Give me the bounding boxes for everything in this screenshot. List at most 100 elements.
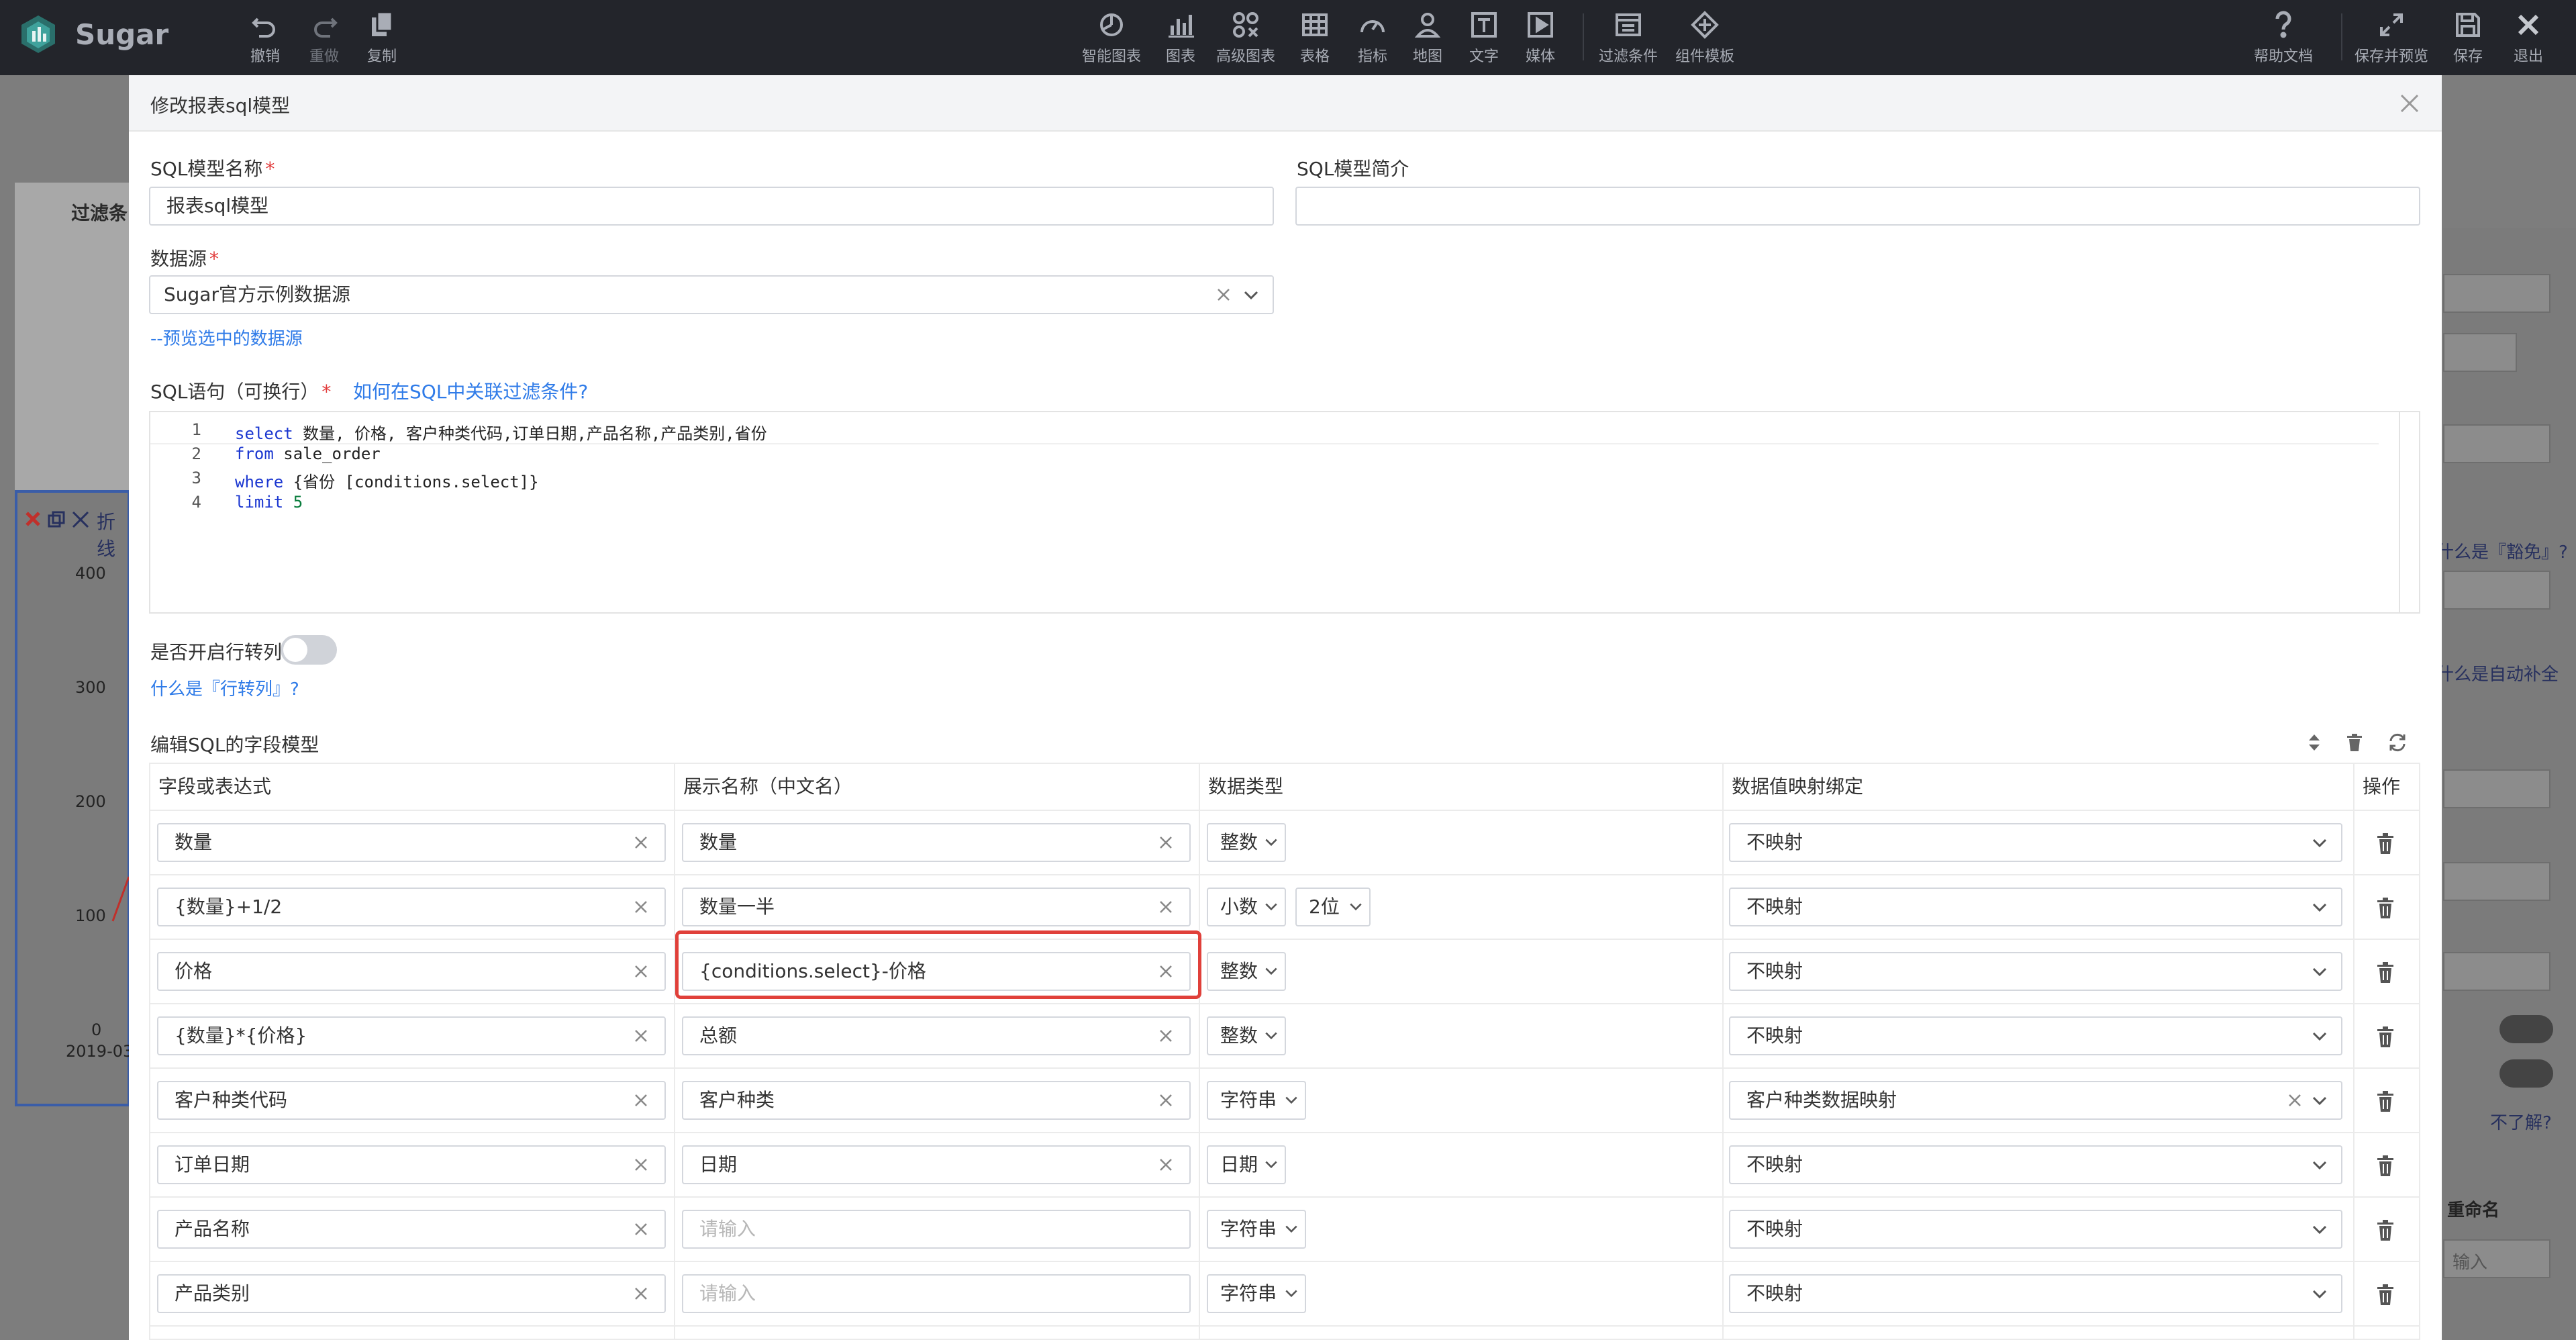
trash-icon[interactable] <box>2375 1284 2396 1306</box>
metric-button[interactable]: 指标 <box>1357 9 1388 66</box>
display-name-input[interactable]: 数量 <box>682 823 1191 862</box>
filter-button[interactable]: 过滤条件 <box>1599 9 1658 66</box>
chevron-down-icon <box>1285 1225 1297 1233</box>
trash-icon[interactable] <box>2375 1155 2396 1178</box>
chevron-down-icon <box>1265 1161 1277 1169</box>
advanced-chart-button[interactable]: 高级图表 <box>1216 9 1275 66</box>
refresh-icon[interactable] <box>2387 732 2408 753</box>
trash-icon[interactable] <box>2375 1026 2396 1049</box>
clear-icon[interactable] <box>1157 1027 1175 1045</box>
table-row: 产品类别 请输入 字符串 不映射 <box>150 1262 2419 1327</box>
field-expression-input[interactable]: {数量}*{价格} <box>157 1016 666 1055</box>
data-type-select[interactable]: 字符串 <box>1207 1081 1306 1120</box>
clear-icon[interactable] <box>632 963 650 980</box>
data-type-select[interactable]: 整数 <box>1207 952 1286 991</box>
sql-desc-input[interactable] <box>1295 187 2420 226</box>
clear-icon[interactable] <box>1157 898 1175 916</box>
trash-icon[interactable] <box>2375 961 2396 984</box>
help-docs-button[interactable]: 帮助文档 <box>2254 9 2313 66</box>
background-select <box>2443 862 2550 901</box>
clear-icon[interactable] <box>1157 834 1175 851</box>
chevron-down-icon <box>2312 1096 2327 1106</box>
table-row: 产品名称 请输入 字符串 不映射 <box>150 1198 2419 1262</box>
editor-scrollbar[interactable] <box>2399 412 2419 612</box>
value-mapping-select[interactable]: 不映射 <box>1729 823 2342 862</box>
field-expression-input[interactable]: {数量}+1/2 <box>157 888 666 926</box>
sort-icon[interactable] <box>2303 732 2325 753</box>
decimal-places-select[interactable]: 2位 <box>1295 888 1371 926</box>
chart-button[interactable]: 图表 <box>1165 9 1196 66</box>
sql-code-editor[interactable]: 1 select 数量, 价格, 客户种类代码,订单日期,产品名称,产品类别,省… <box>149 411 2420 614</box>
field-expression-input[interactable]: 客户种类代码 <box>157 1081 666 1120</box>
smart-chart-button[interactable]: 智能图表 <box>1082 9 1141 66</box>
display-name-input[interactable]: 总额 <box>682 1016 1191 1055</box>
clear-icon[interactable] <box>632 898 650 916</box>
close-icon[interactable] <box>2397 91 2422 115</box>
value-mapping-select[interactable]: 不映射 <box>1729 1145 2342 1184</box>
clear-icon[interactable] <box>632 1092 650 1109</box>
clear-icon[interactable] <box>1157 1156 1175 1174</box>
value-mapping-select[interactable]: 不映射 <box>1729 1274 2342 1313</box>
sugar-logo-icon <box>21 15 55 53</box>
value-mapping-select[interactable]: 不映射 <box>1729 1016 2342 1055</box>
trash-icon[interactable] <box>2375 897 2396 920</box>
display-name-input[interactable]: 数量一半 <box>682 888 1191 926</box>
y-tick: 200 <box>75 792 106 811</box>
value-mapping-select[interactable]: 客户种类数据映射 <box>1729 1081 2342 1120</box>
data-type-select[interactable]: 字符串 <box>1207 1210 1306 1249</box>
field-expression-input[interactable]: 产品名称 <box>157 1210 666 1249</box>
datasource-select[interactable]: Sugar官方示例数据源 <box>149 275 1274 314</box>
field-expression-input[interactable]: 价格 <box>157 952 666 991</box>
redo-button[interactable]: 重做 <box>309 9 340 66</box>
chevron-down-icon <box>1265 967 1277 975</box>
clear-icon[interactable] <box>632 1156 650 1174</box>
value-mapping-select[interactable]: 不映射 <box>1729 1210 2342 1249</box>
undo-button[interactable]: 撤销 <box>250 9 281 66</box>
display-name-input[interactable]: 请输入 <box>682 1274 1191 1313</box>
data-type-select[interactable]: 字符串 <box>1207 1274 1306 1313</box>
row-to-col-toggle[interactable] <box>281 635 337 665</box>
display-name-input[interactable]: 请输入 <box>682 1210 1191 1249</box>
save-preview-button[interactable]: 保存并预览 <box>2355 9 2428 66</box>
display-name-input[interactable]: 日期 <box>682 1145 1191 1184</box>
value-mapping-select[interactable]: 不映射 <box>1729 952 2342 991</box>
chart-line <box>111 876 130 922</box>
column-header: 操作 <box>2363 775 2401 798</box>
sql-filter-help-link[interactable]: 如何在SQL中关联过滤条件? <box>353 377 588 404</box>
value-mapping-select[interactable]: 不映射 <box>1729 888 2342 926</box>
trash-icon[interactable] <box>2375 832 2396 855</box>
map-button[interactable]: 地图 <box>1412 9 1443 66</box>
chevron-down-icon <box>1285 1290 1297 1298</box>
clear-icon[interactable] <box>1215 286 1232 303</box>
clear-icon[interactable] <box>2286 1092 2303 1109</box>
data-type-select[interactable]: 小数 <box>1207 888 1286 926</box>
sql-name-input[interactable]: 报表sql模型 <box>149 187 1274 226</box>
clear-icon[interactable] <box>1157 1092 1175 1109</box>
row-to-col-label: 是否开启行转列 <box>150 641 283 663</box>
save-button[interactable]: 保存 <box>2453 9 2483 66</box>
data-type-select[interactable]: 整数 <box>1207 1016 1286 1055</box>
data-type-select[interactable]: 日期 <box>1207 1145 1286 1184</box>
copy-button[interactable]: 复制 <box>366 9 397 66</box>
display-name-input[interactable]: 客户种类 <box>682 1081 1191 1120</box>
field-expression-input[interactable]: 订单日期 <box>157 1145 666 1184</box>
highlight-box <box>675 930 1201 999</box>
clear-icon[interactable] <box>632 1027 650 1045</box>
table-button[interactable]: 表格 <box>1299 9 1330 66</box>
clear-icon[interactable] <box>632 834 650 851</box>
field-expression-input[interactable]: 数量 <box>157 823 666 862</box>
preview-datasource-link[interactable]: --预览选中的数据源 <box>150 325 303 350</box>
data-type-select[interactable]: 整数 <box>1207 823 1286 862</box>
field-expression-input[interactable]: 产品类别 <box>157 1274 666 1313</box>
text-button[interactable]: 文字 <box>1469 9 1499 66</box>
trash-icon[interactable] <box>2375 1219 2396 1242</box>
trash-icon[interactable] <box>2375 1090 2396 1113</box>
exit-button[interactable]: 退出 <box>2513 9 2544 66</box>
clear-icon[interactable] <box>632 1285 650 1302</box>
trash-icon[interactable] <box>2344 732 2365 753</box>
table-row: 数量 数量 整数 不映射 <box>150 811 2419 875</box>
media-button[interactable]: 媒体 <box>1525 9 1556 66</box>
clear-icon[interactable] <box>632 1221 650 1238</box>
row-to-col-help-link[interactable]: 什么是『行转列』? <box>150 675 299 700</box>
component-template-button[interactable]: 组件模板 <box>1675 9 1734 66</box>
